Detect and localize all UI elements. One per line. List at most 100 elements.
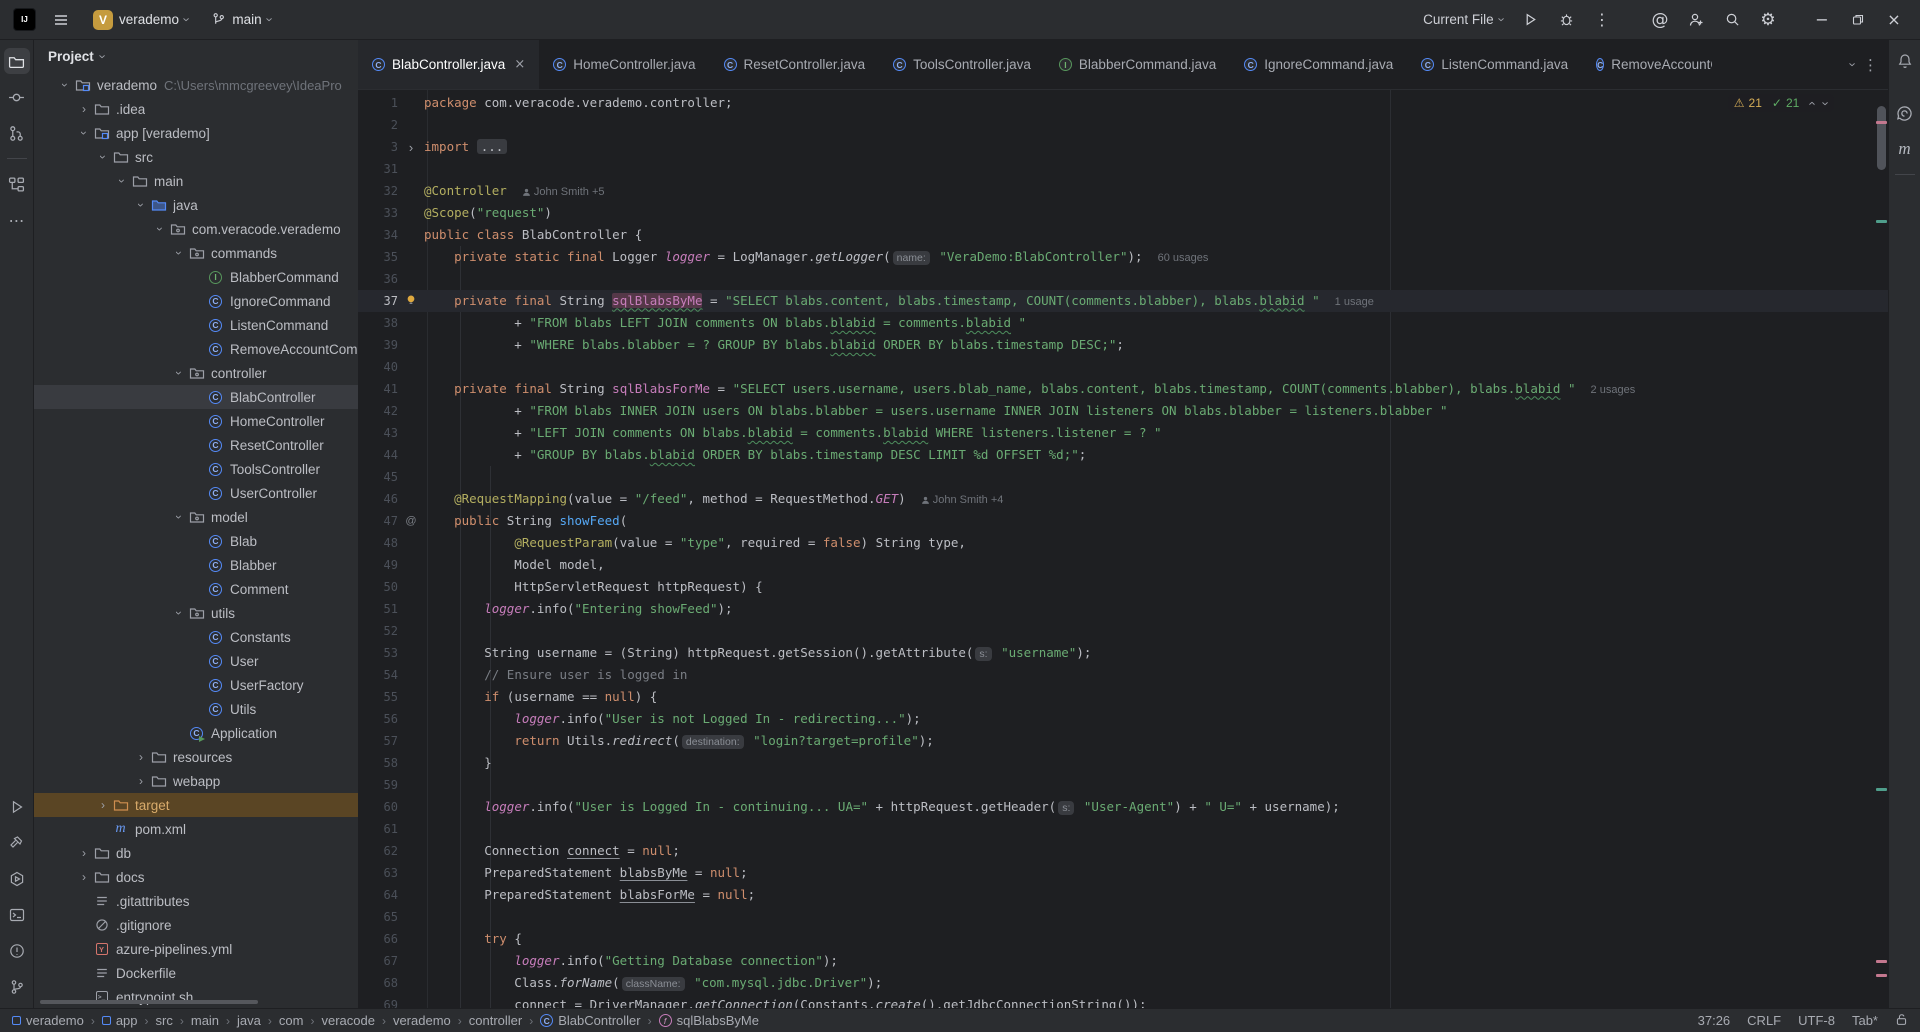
code-line[interactable]: 54 // Ensure user is logged in — [358, 664, 1888, 686]
breadcrumb-item[interactable]: java — [237, 1013, 261, 1028]
code-line[interactable]: 57 return Utils.redirect(destination: "l… — [358, 730, 1888, 752]
breadcrumb-item[interactable]: fsqlBlabsByMe — [659, 1013, 759, 1028]
code-line[interactable]: 39 + "WHERE blabs.blabber = ? GROUP BY b… — [358, 334, 1888, 356]
tree-item[interactable]: .gitattributes — [34, 889, 358, 913]
tree-item[interactable]: ›controller — [34, 361, 358, 385]
fold-icon[interactable]: › — [409, 141, 413, 154]
git-tool-button[interactable] — [4, 974, 30, 1000]
tree-item[interactable]: ›docs — [34, 865, 358, 889]
tree-item[interactable]: Dockerfile — [34, 961, 358, 985]
maven-tool-button[interactable]: m — [1892, 136, 1918, 162]
run-configuration-selector[interactable]: Current File › — [1417, 8, 1510, 31]
tree-chevron-icon[interactable]: › — [78, 124, 90, 142]
code-line[interactable]: 56 logger.info("User is not Logged In - … — [358, 708, 1888, 730]
tree-chevron-icon[interactable]: › — [116, 172, 128, 190]
editor-scrollbar[interactable] — [1874, 90, 1888, 1008]
hidden-tabs-button[interactable]: › — [1846, 62, 1859, 66]
tree-item[interactable]: CBlab — [34, 529, 358, 553]
project-tool-button[interactable] — [4, 48, 30, 74]
code-line[interactable]: 68 Class.forName(className: "com.mysql.j… — [358, 972, 1888, 994]
code-line[interactable]: 1package com.veracode.verademo.controlle… — [358, 92, 1888, 114]
breadcrumb-item[interactable]: src — [156, 1013, 173, 1028]
tree-item[interactable]: ›utils — [34, 601, 358, 625]
more-tool-windows-button[interactable]: ⋯ — [4, 207, 30, 233]
tree-item[interactable]: ›app [verademo] — [34, 121, 358, 145]
editor[interactable]: 1package com.veracode.verademo.controlle… — [358, 90, 1888, 1008]
run-tool-button[interactable] — [4, 794, 30, 820]
tree-item[interactable]: ›verademoC:\Users\mmcgreevey\IdeaPro — [34, 73, 358, 97]
code-line[interactable]: 51 logger.info("Entering showFeed"); — [358, 598, 1888, 620]
code-line[interactable]: 40 — [358, 356, 1888, 378]
code-line[interactable]: 44 + "GROUP BY blabs.blabid ORDER BY bla… — [358, 444, 1888, 466]
code-line[interactable]: 48 @RequestParam(value = "type", require… — [358, 532, 1888, 554]
commit-tool-button[interactable] — [4, 84, 30, 110]
tree-chevron-icon[interactable]: › — [173, 244, 185, 262]
tree-item[interactable]: .gitignore — [34, 913, 358, 937]
editor-tab[interactable]: CListenCommand.java — [1407, 40, 1582, 89]
code-line[interactable]: 61 — [358, 818, 1888, 840]
tree-item[interactable]: mpom.xml — [34, 817, 358, 841]
code-line[interactable]: 37 private final String sqlBlabsByMe = "… — [358, 290, 1888, 312]
tree-item[interactable]: ›java — [34, 193, 358, 217]
tree-chevron-icon[interactable]: › — [75, 847, 93, 859]
tree-item[interactable]: CBlabber — [34, 553, 358, 577]
code-line[interactable]: 31 — [358, 158, 1888, 180]
code-line[interactable]: 3›import ... — [358, 136, 1888, 158]
intention-bulb-icon[interactable] — [405, 294, 417, 309]
project-widget[interactable]: V verademo › — [87, 6, 195, 34]
breadcrumb-item[interactable]: main — [191, 1013, 219, 1028]
tree-chevron-icon[interactable]: › — [59, 76, 71, 94]
code-line[interactable]: 63 PreparedStatement blabsByMe = null; — [358, 862, 1888, 884]
editor-tab[interactable]: CResetController.java — [710, 40, 880, 89]
ai-assistant-tool-button[interactable] — [1892, 100, 1918, 126]
project-panel-header[interactable]: Project › — [34, 40, 358, 73]
code-line[interactable]: 59 — [358, 774, 1888, 796]
pull-requests-tool-button[interactable] — [4, 120, 30, 146]
code-line[interactable]: 58 } — [358, 752, 1888, 774]
code-line[interactable]: 65 — [358, 906, 1888, 928]
code-line[interactable]: 47@ public String showFeed( — [358, 510, 1888, 532]
more-actions-button[interactable]: ⋮ — [1586, 5, 1618, 35]
main-menu-button[interactable] — [45, 5, 77, 35]
editor-tab[interactable]: CRemoveAccountCommand.java — [1582, 40, 1712, 89]
code-line[interactable]: 62 Connection connect = null; — [358, 840, 1888, 862]
tree-chevron-icon[interactable]: › — [132, 775, 150, 787]
breadcrumb-item[interactable]: app — [102, 1013, 138, 1028]
code-line[interactable]: 41 private final String sqlBlabsForMe = … — [358, 378, 1888, 400]
code-line[interactable]: 32@Controller John Smith +5 — [358, 180, 1888, 202]
code-line[interactable]: 64 PreparedStatement blabsForMe = null; — [358, 884, 1888, 906]
code-line[interactable]: 2 — [358, 114, 1888, 136]
build-tool-button[interactable] — [4, 830, 30, 856]
tree-item[interactable]: ›db — [34, 841, 358, 865]
tree-item[interactable]: CConstants — [34, 625, 358, 649]
code-line[interactable]: 49 Model model, — [358, 554, 1888, 576]
editor-tab[interactable]: CHomeController.java — [539, 40, 709, 89]
code-with-me-button[interactable] — [1680, 5, 1712, 35]
tree-item[interactable]: ›commands — [34, 241, 358, 265]
tree-horizontal-scrollbar[interactable] — [40, 1000, 258, 1004]
prev-problem-button[interactable]: › — [1805, 101, 1818, 105]
tree-item[interactable]: CBlabController — [34, 385, 358, 409]
tree-chevron-icon[interactable]: › — [173, 604, 185, 622]
close-icon[interactable]: × — [514, 57, 525, 72]
tree-item[interactable]: CComment — [34, 577, 358, 601]
tree-item[interactable]: >_entrypoint.sh — [34, 985, 358, 1008]
editor-tab[interactable]: CIgnoreCommand.java — [1230, 40, 1407, 89]
search-everywhere-button[interactable] — [1716, 5, 1748, 35]
tree-item[interactable]: CToolsController — [34, 457, 358, 481]
terminal-tool-button[interactable] — [4, 902, 30, 928]
tree-chevron-icon[interactable]: › — [173, 364, 185, 382]
code-line[interactable]: 36 — [358, 268, 1888, 290]
code-line[interactable]: 38 + "FROM blabs LEFT JOIN comments ON b… — [358, 312, 1888, 334]
tree-item[interactable]: CIgnoreCommand — [34, 289, 358, 313]
tree-chevron-icon[interactable]: › — [75, 103, 93, 115]
tree-item[interactable]: ›model — [34, 505, 358, 529]
notifications-button[interactable] — [1892, 48, 1918, 74]
breadcrumb-item[interactable]: veracode — [321, 1013, 374, 1028]
settings-button[interactable]: ⚙ — [1752, 5, 1784, 35]
tree-item[interactable]: ›webapp — [34, 769, 358, 793]
tree-item[interactable]: CUserController — [34, 481, 358, 505]
tab-options-button[interactable]: ⋮ — [1863, 56, 1878, 74]
run-button[interactable] — [1514, 5, 1546, 35]
tree-chevron-icon[interactable]: › — [173, 508, 185, 526]
